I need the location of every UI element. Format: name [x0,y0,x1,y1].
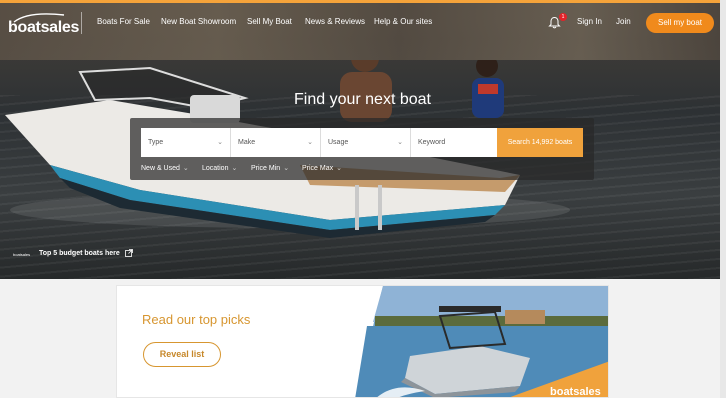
type-select[interactable]: Type ⌄ [141,128,230,157]
reveal-list-button[interactable]: Reveal list [143,342,221,367]
promo-boat-photo: boatsales [355,286,608,398]
filter-price-max[interactable]: Price Max ⌄ [302,164,342,172]
type-select-label: Type [148,139,164,146]
promo-photo-logo: boatsales [550,386,601,398]
sign-in-link[interactable]: Sign In [577,17,602,26]
keyword-input[interactable]: Keyword [411,128,497,157]
scrollbar-track[interactable] [720,0,726,398]
filter-new-used[interactable]: New & Used ⌄ [141,164,189,172]
search-panel: Type ⌄ Make ⌄ Usage ⌄ Keyword Search 14,… [130,118,594,180]
filter-location[interactable]: Location ⌄ [202,164,237,172]
top-picks-promo-card: Read our top picks Reveal list boatsales [116,285,609,398]
boatsales-logo[interactable]: boatsales [8,13,79,37]
chevron-down-icon: ⌄ [283,165,290,172]
nav-new-boat-showroom[interactable]: New Boat Showroom [161,17,236,26]
search-boats-button[interactable]: Search 14,992 boats [497,128,583,157]
hero-title: Find your next boat [294,91,431,108]
notification-badge: 1 [559,13,567,21]
filter-price-min[interactable]: Price Min ⌄ [251,164,289,172]
nav-help-our-sites[interactable]: Help & Our sites [374,17,432,26]
usage-select-label: Usage [328,139,349,146]
filter-location-label: Location [202,165,229,172]
nav-news-reviews[interactable]: News & Reviews [305,17,365,26]
hero-banner: boatsales Boats For Sale New Boat Showro… [0,0,726,279]
budget-boatsales-logo: boatsales [13,252,31,257]
nav-boats-for-sale[interactable]: Boats For Sale [97,17,150,26]
chevron-down-icon: ⌄ [307,139,313,146]
filter-price-min-label: Price Min [251,165,281,172]
promo-title: Read our top picks [142,312,251,327]
chevron-down-icon: ⌄ [182,165,189,172]
chevron-down-icon: ⌄ [397,139,403,146]
chevron-down-icon: ⌄ [231,165,238,172]
chevron-down-icon: ⌄ [217,139,223,146]
make-select-label: Make [238,139,256,146]
filter-price-max-label: Price Max [302,165,334,172]
join-link[interactable]: Join [616,17,631,26]
external-link-icon [125,249,133,257]
top-navigation: boatsales Boats For Sale New Boat Showro… [0,0,726,44]
logo-text: boatsales [8,19,80,36]
make-select[interactable]: Make ⌄ [231,128,320,157]
sell-my-boat-button[interactable]: Sell my boat [646,13,714,33]
usage-select[interactable]: Usage ⌄ [321,128,410,157]
nav-divider [81,12,82,34]
budget-boats-link[interactable]: Top 5 budget boats here [39,250,120,257]
filter-new-used-label: New & Used [141,165,180,172]
chevron-down-icon: ⌄ [336,165,342,172]
keyword-input-placeholder: Keyword [418,139,446,146]
nav-sell-my-boat[interactable]: Sell My Boat [247,17,292,26]
